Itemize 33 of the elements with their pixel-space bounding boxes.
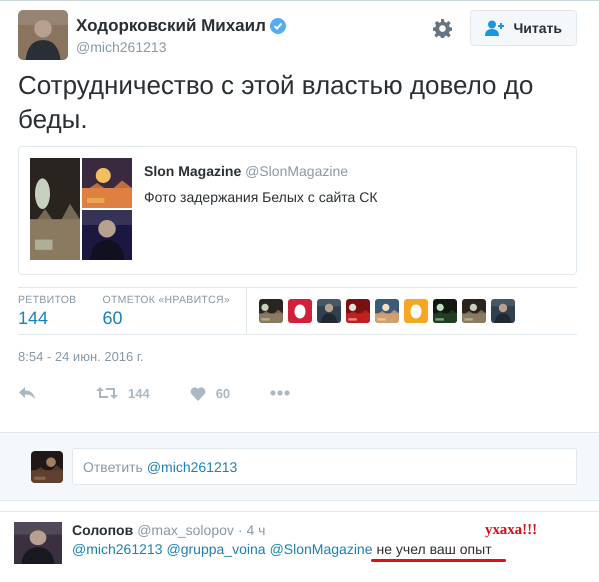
author-name[interactable]: Ходорковский Михаил: [76, 16, 266, 36]
mention-link[interactable]: @gruppa_voina: [166, 541, 266, 557]
reply-text: не учел ваш опыт: [376, 541, 492, 557]
heart-icon[interactable]: [190, 386, 206, 400]
like-count: 60: [216, 386, 230, 400]
stat-label: РЕТВИТОВ: [18, 294, 76, 306]
reply-input-field[interactable]: Ответить @mich261213: [72, 448, 577, 485]
default-avatar-icon[interactable]: [288, 299, 312, 323]
reply-time[interactable]: · 4 ч: [238, 522, 266, 538]
annotation-text: ухаха!!!: [485, 522, 538, 539]
quoted-tweet-text: Фото задержания Белых с сайта СК: [144, 189, 378, 205]
retweet-count: 144: [128, 386, 150, 400]
retweet-icon[interactable]: [96, 386, 118, 400]
reply-author-name[interactable]: Солопов: [72, 522, 134, 538]
follow-button[interactable]: Читать: [470, 10, 577, 46]
reply-author-handle[interactable]: @max_solopov: [137, 522, 234, 538]
reply-icon[interactable]: [18, 386, 36, 400]
reply-placeholder: Ответить: [83, 458, 143, 474]
stat-value[interactable]: 144: [18, 308, 76, 328]
author-handle[interactable]: @mich261213: [76, 39, 166, 55]
quoted-author-name: Slon Magazine: [144, 163, 242, 179]
tweet-timestamp[interactable]: 8:54 - 24 июн. 2016 г.: [18, 349, 577, 364]
stat-label: ОТМЕТОК «НРАВИТСЯ»: [102, 294, 230, 306]
settings-icon[interactable]: [433, 19, 452, 38]
quoted-author-handle: @SlonMagazine: [245, 163, 348, 179]
add-user-icon: [485, 20, 506, 36]
mention-link[interactable]: @mich261213: [146, 458, 238, 474]
mention-link[interactable]: @mich261213: [72, 541, 162, 557]
tweet-text: Сотрудничество с этой властью довело до беды.: [18, 69, 534, 136]
more-icon[interactable]: [270, 390, 290, 396]
mention-link[interactable]: @SlonMagazine: [270, 541, 372, 557]
quoted-tweet-card[interactable]: Slon Magazine @SlonMagazine Фото задержания Белых с сайта СК: [18, 146, 577, 275]
stat-value[interactable]: 60: [102, 308, 230, 328]
